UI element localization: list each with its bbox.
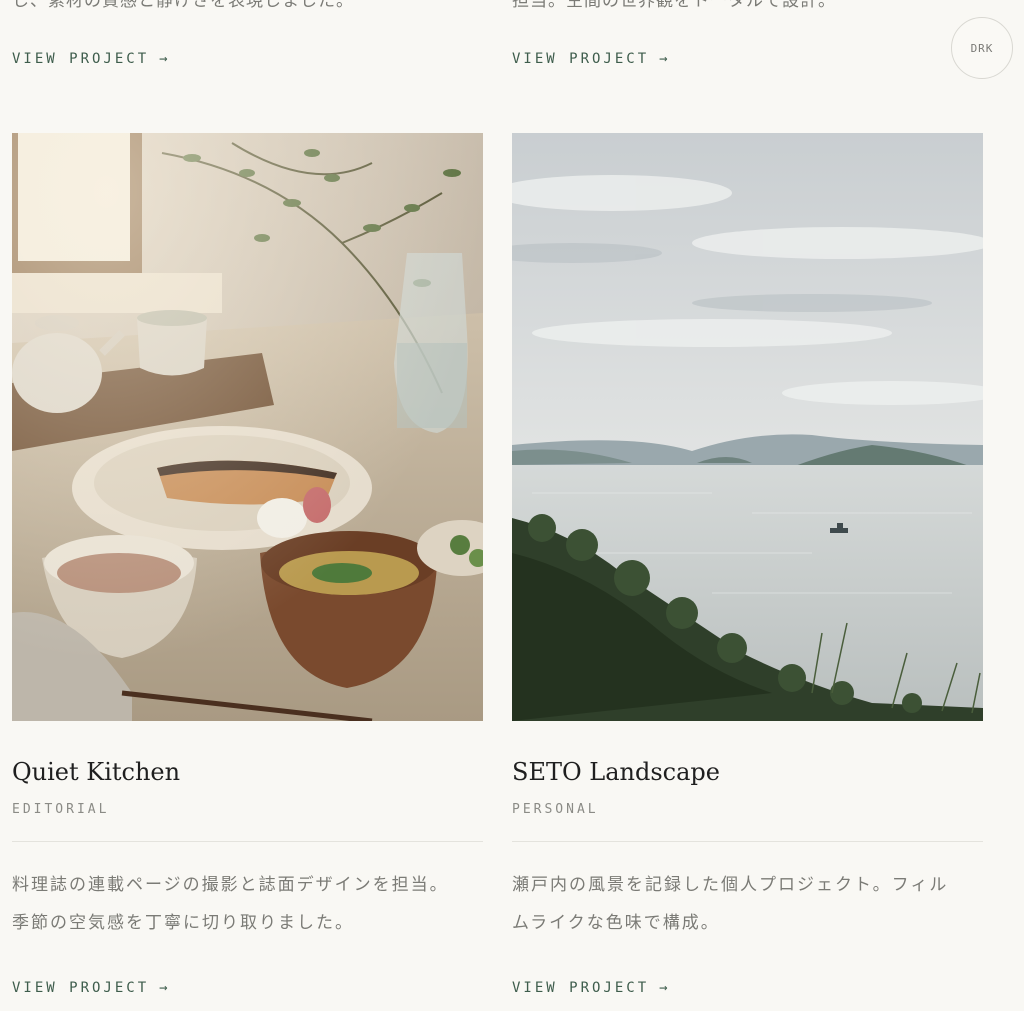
project-title[interactable]: Quiet Kitchen [12,758,483,786]
project-card-seto-landscape[interactable]: SETO Landscape PERSONAL 瀬戸内の風景を記録した個人プロジ… [512,133,983,942]
project-description-line: 瀬戸内の風景を記録した個人プロジェクト。フィル [512,875,949,895]
arrow-right-icon: → [159,51,168,67]
view-project-link-seto-landscape[interactable]: VIEW PROJECT → [512,980,668,996]
arrow-right-icon: → [159,980,168,996]
previous-project-description-left: し、素材の質感と静けさを表現しました。 [12,0,354,11]
project-category: EDITORIAL [12,802,110,817]
seascape-photo-image[interactable] [512,133,983,721]
view-project-link-previous-right[interactable]: VIEW PROJECT → [512,51,668,67]
food-photo-image[interactable] [12,133,483,721]
view-project-link-quiet-kitchen[interactable]: VIEW PROJECT → [12,980,168,996]
project-title[interactable]: SETO Landscape [512,758,983,786]
view-project-label: VIEW PROJECT [12,980,150,996]
project-description-line: 季節の空気感を丁寧に切り取りました。 [12,913,354,933]
card-divider [12,841,483,842]
view-project-label: VIEW PROJECT [12,51,150,67]
view-project-label: VIEW PROJECT [512,51,650,67]
arrow-right-icon: → [659,51,668,67]
previous-project-description-right: 担当。空間の世界観をトータルで設計。 [512,0,836,11]
card-divider [512,841,983,842]
project-description-line: 料理誌の連載ページの撮影と誌面デザインを担当。 [12,875,449,895]
dark-mode-toggle-button[interactable]: DRK [951,17,1013,79]
project-description: 料理誌の連載ページの撮影と誌面デザインを担当。 季節の空気感を丁寧に切り取りまし… [12,866,483,942]
view-project-link-previous-left[interactable]: VIEW PROJECT → [12,51,168,67]
project-card-quiet-kitchen[interactable]: Quiet Kitchen EDITORIAL 料理誌の連載ページの撮影と誌面デ… [12,133,483,942]
view-project-label: VIEW PROJECT [512,980,650,996]
arrow-right-icon: → [659,980,668,996]
project-category: PERSONAL [512,802,599,817]
project-description: 瀬戸内の風景を記録した個人プロジェクト。フィル ムライクな色味で構成。 [512,866,983,942]
project-description-line: ムライクな色味で構成。 [512,913,720,933]
